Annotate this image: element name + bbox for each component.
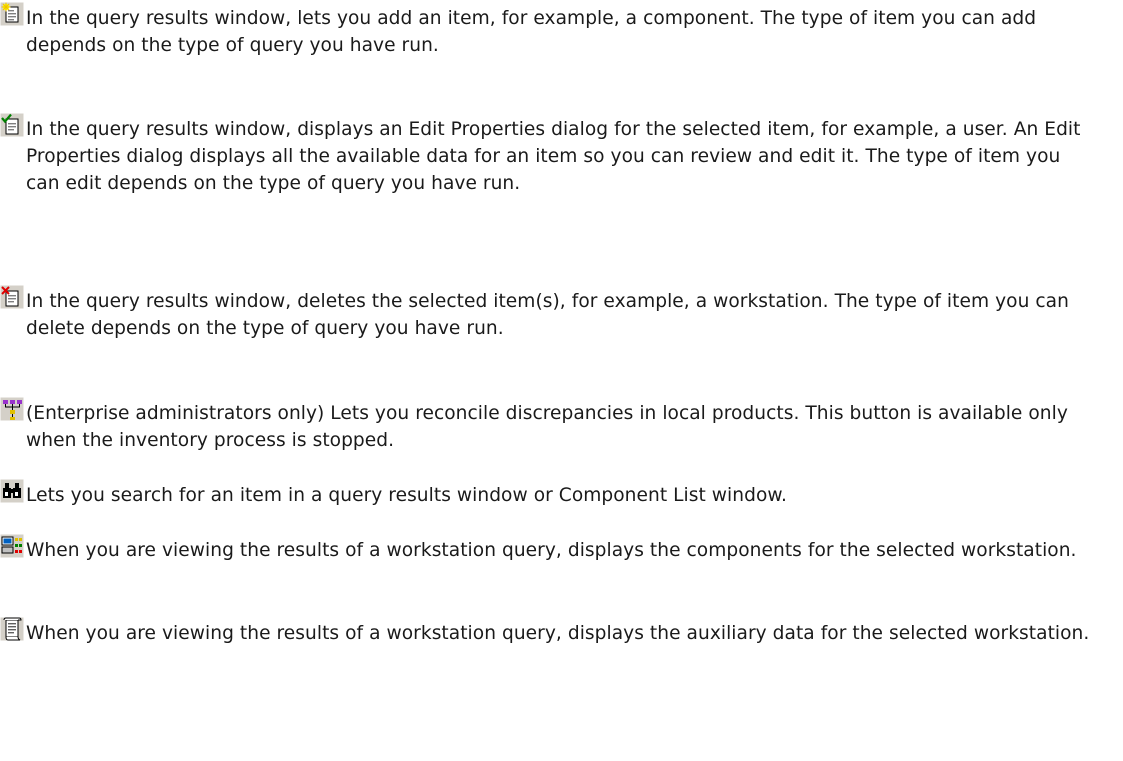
entry-reconcile-products: (Enterprise administrators only) Lets yo…	[0, 397, 1090, 454]
delete-item-icon	[0, 285, 24, 309]
entry-text: In the query results window, lets you ad…	[26, 8, 1037, 56]
entry-add-item: In the query results window, lets you ad…	[0, 2, 1090, 59]
entry-text: When you are viewing the results of a wo…	[26, 623, 1090, 644]
entry-text: Lets you search for an item in a query r…	[26, 485, 787, 506]
entry-paragraph: (Enterprise administrators only) Lets yo…	[0, 397, 1090, 454]
entry-edit-properties: In the query results window, displays an…	[0, 113, 1090, 197]
workstation-components-icon	[0, 534, 24, 558]
auxiliary-data-icon	[0, 617, 24, 641]
entry-paragraph: Lets you search for an item in a query r…	[0, 479, 1090, 509]
entry-paragraph: When you are viewing the results of a wo…	[0, 534, 1090, 564]
entry-text: In the query results window, deletes the…	[26, 291, 1069, 339]
reconcile-products-icon	[0, 397, 24, 421]
entry-text: When you are viewing the results of a wo…	[26, 540, 1077, 561]
binoculars-search-icon	[0, 479, 24, 503]
entry-text: In the query results window, displays an…	[26, 119, 1081, 194]
entry-auxiliary-data: When you are viewing the results of a wo…	[0, 617, 1090, 647]
edit-properties-icon	[0, 113, 24, 137]
entry-delete-item: In the query results window, deletes the…	[0, 285, 1090, 342]
entry-workstation-components: When you are viewing the results of a wo…	[0, 534, 1090, 564]
entry-paragraph: In the query results window, deletes the…	[0, 285, 1090, 342]
entry-paragraph: When you are viewing the results of a wo…	[0, 617, 1090, 647]
entry-text: (Enterprise administrators only) Lets yo…	[26, 403, 1068, 451]
new-item-icon	[0, 2, 24, 26]
entry-paragraph: In the query results window, lets you ad…	[0, 2, 1090, 59]
entry-paragraph: In the query results window, displays an…	[0, 113, 1090, 197]
entry-search: Lets you search for an item in a query r…	[0, 479, 1090, 509]
